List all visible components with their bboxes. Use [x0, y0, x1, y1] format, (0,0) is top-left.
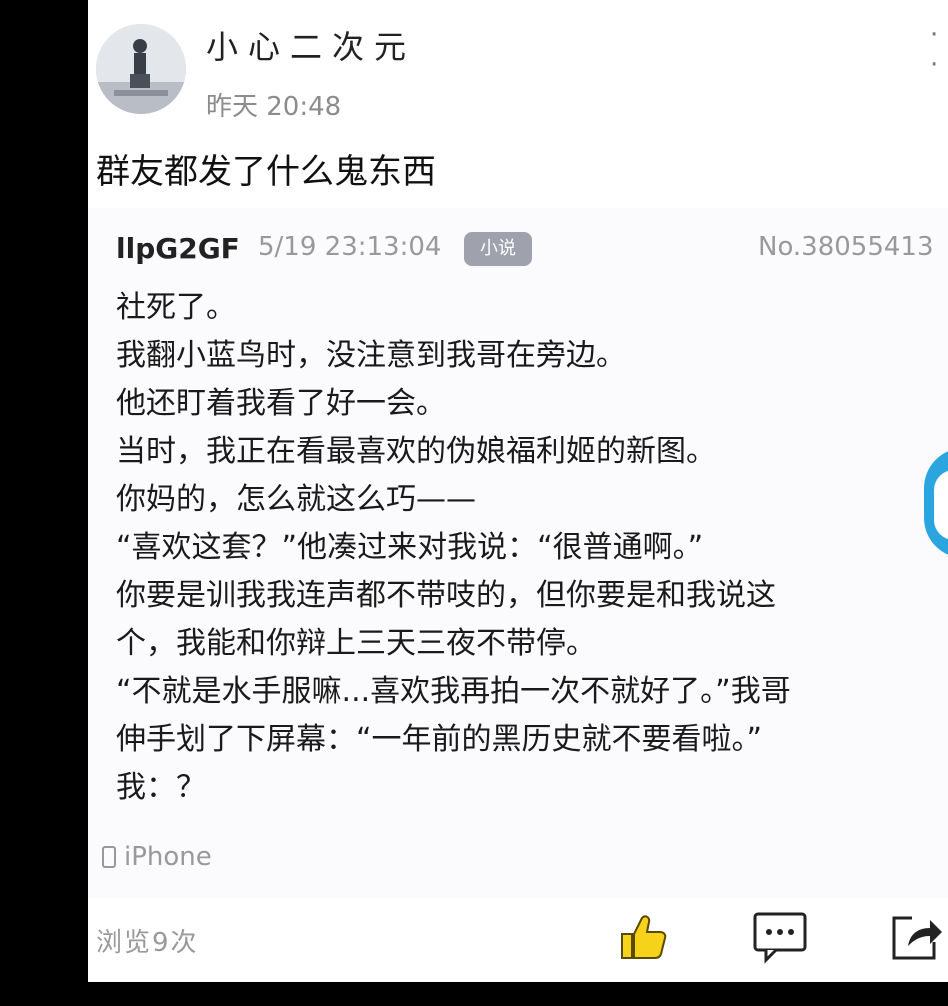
quoted-username[interactable]: llpG2GF — [116, 232, 240, 265]
quoted-line: 社死了。 — [116, 290, 236, 325]
avatar[interactable] — [96, 24, 186, 114]
comment-button[interactable] — [752, 910, 808, 964]
post-number: No.38055413 — [758, 232, 934, 262]
share-icon — [892, 916, 942, 960]
comment-icon — [753, 912, 807, 964]
quoted-post[interactable]: llpG2GF 5/19 23:13:04 小说 No.38055413 社死了… — [88, 208, 948, 898]
share-button[interactable] — [888, 910, 944, 964]
like-button[interactable] — [616, 908, 672, 964]
device-label: iPhone — [124, 842, 212, 872]
quoted-line: 你要是训我我连声都不带吱的，但你要是和我说这 — [116, 578, 776, 613]
view-count: 浏览9次 — [96, 928, 199, 958]
quoted-line: 当时，我正在看最喜欢的伪娘福利姬的新图。 — [116, 434, 716, 469]
quoted-line: 他还盯着我看了好一会。 — [116, 386, 446, 421]
category-tag[interactable]: 小说 — [464, 232, 532, 266]
top-cropped-header — [448, 0, 948, 10]
quoted-line: 我翻小蓝鸟时，没注意到我哥在旁边。 — [116, 338, 626, 373]
quoted-line: 个，我能和你辩上三天三夜不带停。 — [116, 626, 596, 661]
quoted-line: 我：？ — [116, 770, 206, 805]
post-caption: 群友都发了什么鬼东西 — [96, 152, 436, 192]
post-time: 昨天 20:48 — [206, 92, 342, 122]
thumbs-up-icon — [621, 915, 667, 959]
device-source: iPhone — [102, 842, 212, 872]
more-icon[interactable]: · · — [930, 20, 948, 80]
quoted-line: 你妈的，怎么就这么巧—— — [116, 482, 476, 517]
quoted-line: 伸手划了下屏幕：“一年前的黑历史就不要看啦。” — [116, 722, 763, 757]
action-bar: 浏览9次 — [88, 904, 948, 974]
quoted-body: 社死了。 我翻小蓝鸟时，没注意到我哥在旁边。 他还盯着我看了好一会。 当时，我正… — [116, 284, 936, 812]
quoted-line: “不就是水手服嘛...喜欢我再拍一次不就好了。”我哥 — [116, 674, 791, 709]
quoted-time: 5/19 23:13:04 — [258, 232, 442, 262]
quoted-line: “喜欢这套？”他凑过来对我说：“很普通啊。” — [116, 530, 704, 565]
post-card: 小心二次元 昨天 20:48 · · 群友都发了什么鬼东西 llpG2GF 5/… — [88, 0, 948, 982]
phone-icon — [102, 846, 116, 868]
username[interactable]: 小心二次元 — [206, 22, 416, 68]
side-decoration-inner — [934, 470, 948, 540]
